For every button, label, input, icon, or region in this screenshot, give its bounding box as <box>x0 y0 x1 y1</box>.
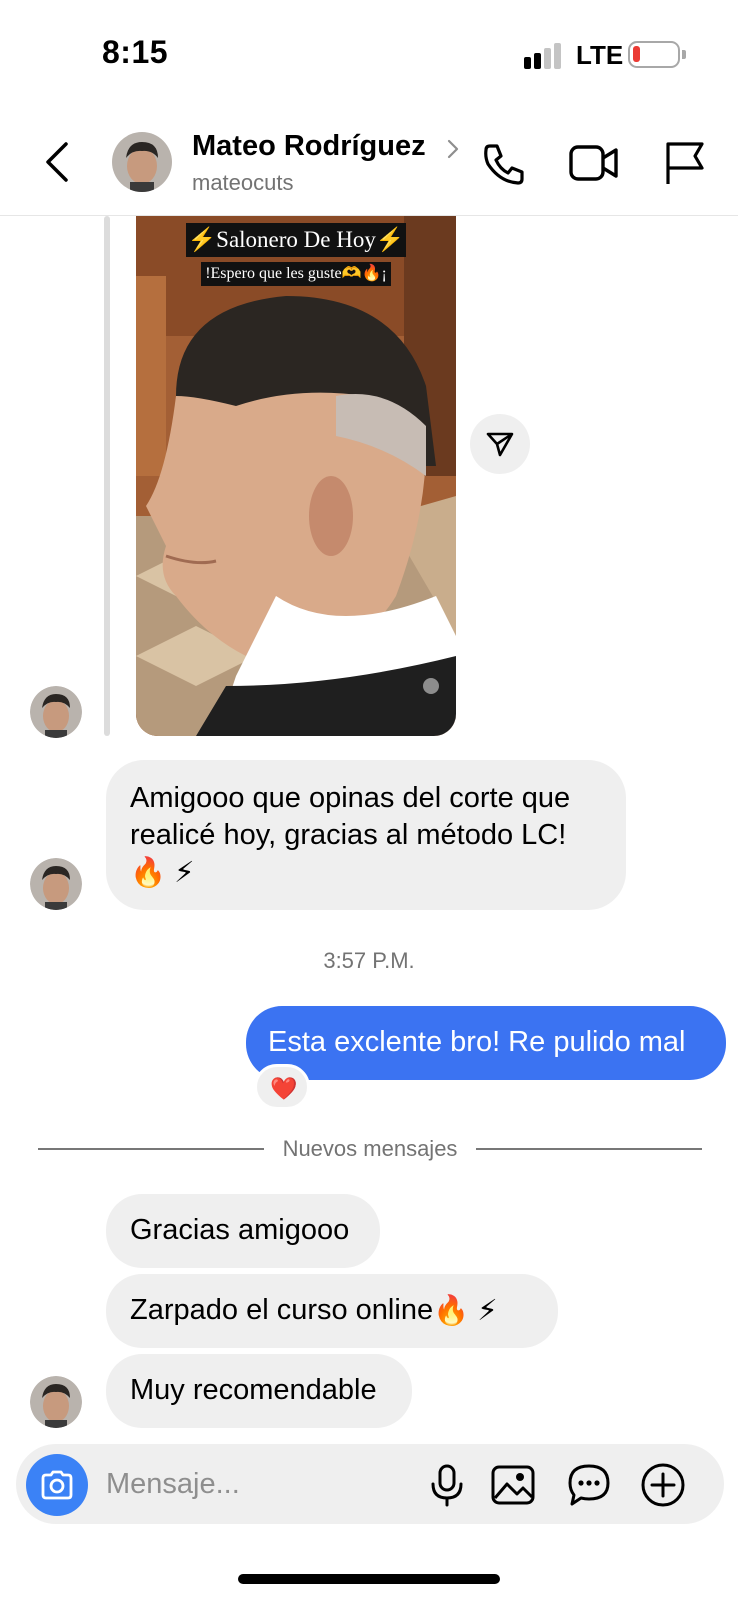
reply-indicator <box>104 216 110 736</box>
contact-avatar-small[interactable] <box>30 1376 82 1428</box>
battery-cap <box>682 50 686 59</box>
contact-name[interactable]: Mateo Rodríguez <box>192 130 426 163</box>
message-bubble-outgoing[interactable]: Esta exclente bro! Re pulido mal <box>246 1006 726 1080</box>
shared-video-preview[interactable]: ⚡Salonero De Hoy⚡ !Espero que les guste🫶… <box>136 216 456 736</box>
divider-line <box>38 1148 264 1150</box>
message-reaction[interactable]: ❤️ <box>254 1064 310 1110</box>
cellular-signal-icon <box>524 43 561 69</box>
battery-icon <box>628 41 680 68</box>
send-icon <box>486 432 514 457</box>
status-bar: 8:15 LTE <box>0 0 738 110</box>
video-thumbnail <box>136 216 456 736</box>
video-title: ⚡Salonero De Hoy⚡ <box>186 223 406 257</box>
heart-reaction-icon: ❤️ <box>270 1076 298 1101</box>
message-bubble-incoming[interactable]: Zarpado el curso online🔥 ⚡ <box>106 1274 558 1348</box>
message-bubble-incoming[interactable]: Gracias amigooo <box>106 1194 380 1268</box>
new-messages-divider: Nuevos mensajes <box>282 1136 458 1161</box>
network-type: LTE <box>576 40 624 70</box>
back-icon[interactable] <box>40 138 76 186</box>
message-text: Muy recomendable <box>130 1374 377 1406</box>
camera-icon <box>41 1470 73 1500</box>
chevron-right-icon <box>447 139 459 159</box>
share-button[interactable] <box>470 414 530 474</box>
message-emojis: 🔥 ⚡ <box>130 856 195 889</box>
call-icon[interactable] <box>480 140 528 188</box>
contact-avatar-small[interactable] <box>30 858 82 910</box>
video-subtitle: !Espero que les guste🫶🔥¡ <box>201 262 391 286</box>
message-text: Amigooo que opinas del corte que realicé… <box>130 782 571 851</box>
message-bubble-incoming[interactable]: Amigooo que opinas del corte que realicé… <box>106 760 626 910</box>
flag-icon[interactable] <box>662 138 706 186</box>
message-text: Esta exclente bro! Re pulido mal <box>268 1026 686 1058</box>
chat-header: Mateo Rodríguez mateocuts <box>0 110 738 216</box>
message-timestamp: 3:57 P.M. <box>323 948 415 973</box>
message-composer <box>16 1444 724 1524</box>
message-text: Zarpado el curso online <box>130 1294 434 1326</box>
battery-level <box>633 46 640 62</box>
contact-handle: mateocuts <box>192 170 294 195</box>
contact-avatar[interactable] <box>112 132 172 192</box>
message-input[interactable] <box>106 1464 406 1504</box>
home-indicator[interactable] <box>238 1574 500 1584</box>
camera-button[interactable] <box>26 1454 88 1516</box>
video-call-icon[interactable] <box>568 142 620 184</box>
message-emojis: 🔥 ⚡ <box>433 1294 498 1327</box>
divider-line <box>476 1148 702 1150</box>
microphone-icon[interactable] <box>424 1462 470 1508</box>
contact-avatar-small[interactable] <box>30 686 82 738</box>
status-time: 8:15 <box>102 34 169 70</box>
add-icon[interactable] <box>640 1462 686 1508</box>
message-bubble-incoming[interactable]: Muy recomendable <box>106 1354 412 1428</box>
message-text: Gracias amigooo <box>130 1214 350 1246</box>
chat-bubble-icon[interactable] <box>566 1462 612 1508</box>
gallery-icon[interactable] <box>490 1464 536 1506</box>
